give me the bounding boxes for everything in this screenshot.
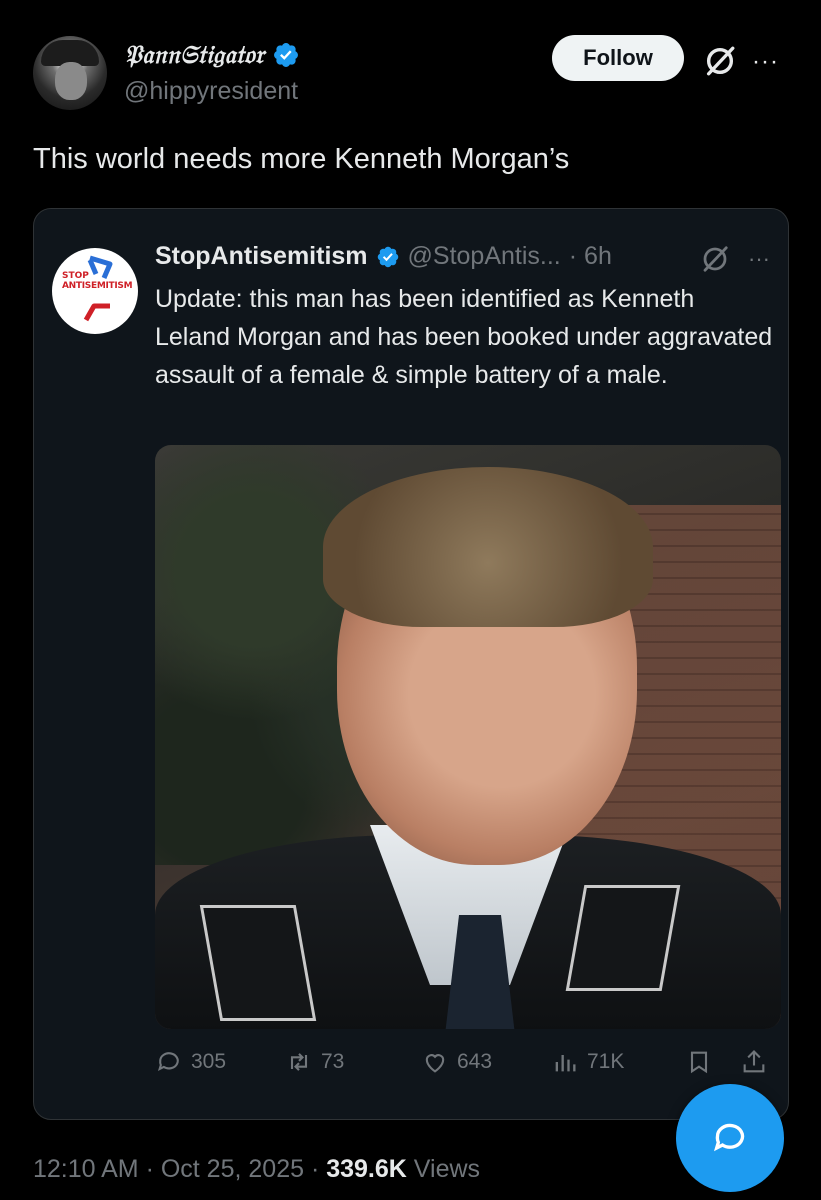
grok-icon[interactable] bbox=[700, 244, 730, 274]
bookmark-icon bbox=[690, 1051, 708, 1074]
follow-button[interactable]: Follow bbox=[552, 35, 684, 81]
quote-metrics-bar: 305 73 643 71K bbox=[155, 1042, 781, 1082]
author-avatar[interactable] bbox=[33, 36, 107, 110]
avatar-logo-text-stop: STOP bbox=[62, 271, 89, 281]
avatar-face bbox=[55, 62, 87, 100]
stopantisemitism-logo-icon bbox=[83, 255, 113, 322]
quote-photo[interactable] bbox=[155, 445, 781, 1029]
verified-badge-icon bbox=[274, 43, 299, 67]
author-name-row: 𝔓𝔞𝔫𝔫𝔖𝔱𝔦𝔤𝔞𝔱𝔬𝔯 bbox=[124, 40, 300, 70]
tweet-views-count: 339.6K bbox=[326, 1155, 407, 1183]
share-icon bbox=[743, 1050, 765, 1073]
quote-time[interactable]: · 6h bbox=[569, 242, 612, 271]
author-display-name[interactable]: 𝔓𝔞𝔫𝔫𝔖𝔱𝔦𝔤𝔞𝔱𝔬𝔯 bbox=[124, 40, 264, 70]
quote-text: Update: this man has been identified as … bbox=[155, 285, 773, 389]
repost-button[interactable]: 73 bbox=[285, 1042, 344, 1082]
tweet-text: This world needs more Kenneth Morgan’s bbox=[33, 143, 570, 175]
quote-author-row: StopAntisemitism @StopAntis... · 6h bbox=[155, 242, 612, 271]
quote-author-name[interactable]: StopAntisemitism bbox=[155, 242, 368, 271]
views-button[interactable]: 71K bbox=[551, 1042, 624, 1082]
repost-icon bbox=[290, 1053, 308, 1071]
quote-author-handle[interactable]: @StopAntis... bbox=[408, 242, 561, 271]
reply-count: 305 bbox=[191, 1050, 227, 1073]
photo-collar-patch-left bbox=[199, 905, 317, 1021]
reply-icon bbox=[157, 1052, 179, 1072]
more-icon[interactable]: ··· bbox=[752, 48, 779, 76]
share-button[interactable] bbox=[740, 1042, 768, 1082]
like-icon bbox=[425, 1054, 445, 1073]
tweet-meta: 12:10 AM · Oct 25, 2025 · 339.6K Views bbox=[33, 1155, 480, 1184]
reply-button[interactable]: 305 bbox=[155, 1042, 226, 1082]
photo-hair bbox=[323, 467, 653, 627]
views-icon bbox=[555, 1055, 576, 1072]
bookmark-button[interactable] bbox=[685, 1042, 713, 1082]
like-count: 643 bbox=[457, 1050, 493, 1073]
photo-collar-patch-right bbox=[565, 885, 681, 991]
verified-badge-icon bbox=[377, 246, 398, 267]
author-handle[interactable]: @hippyresident bbox=[124, 77, 298, 106]
tweet-timestamp[interactable]: 12:10 AM · Oct 25, 2025 · bbox=[33, 1155, 326, 1183]
avatar-logo-text-antisemitism: ANTISEMITISM bbox=[62, 281, 133, 291]
quote-author-avatar[interactable]: STOP ANTISEMITISM bbox=[52, 248, 138, 334]
compose-reply-button[interactable] bbox=[676, 1084, 784, 1192]
grok-icon[interactable] bbox=[703, 44, 737, 78]
tweet-views-label: Views bbox=[406, 1155, 481, 1183]
compose-reply-icon bbox=[713, 1123, 745, 1152]
repost-count: 73 bbox=[321, 1050, 345, 1073]
more-icon[interactable]: ··· bbox=[748, 246, 770, 272]
views-count-metric: 71K bbox=[587, 1050, 625, 1073]
like-button[interactable]: 643 bbox=[421, 1042, 492, 1082]
